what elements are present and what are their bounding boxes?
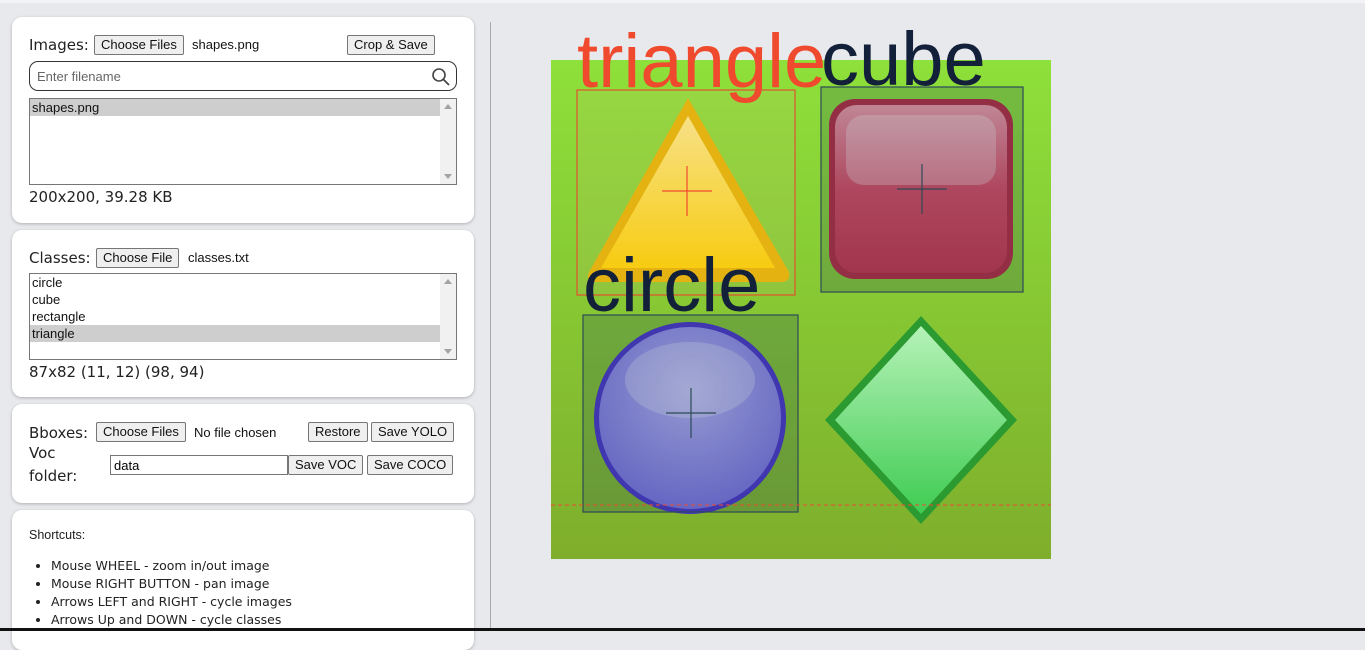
class-option-circle[interactable]: circle [30,274,442,291]
images-label: Images: [29,36,89,54]
triangle-label: triangle [577,19,826,104]
voc-label: Voc [29,444,56,462]
filename-search-input[interactable] [37,67,417,85]
class-option-rectangle[interactable]: rectangle [30,308,442,325]
shortcut-item: Mouse WHEEL - zoom in/out image [51,557,292,575]
bboxes-label: Bboxes: [29,424,89,442]
images-filename: shapes.png [192,37,260,52]
crop-save-button[interactable]: Crop & Save [347,35,435,55]
shortcut-item: Arrows LEFT and RIGHT - cycle images [51,593,292,611]
canvas-svg[interactable]: triangle cube circle [491,0,1365,628]
images-list-scrollbar[interactable] [440,99,456,184]
save-voc-button[interactable]: Save VOC [288,455,364,475]
images-panel: Images: Choose Files shapes.png Crop & S… [12,17,474,223]
restore-button[interactable]: Restore [308,422,368,442]
class-option-cube[interactable]: cube [30,291,442,308]
save-yolo-button[interactable]: Save YOLO [371,422,455,442]
voc-label-folder: folder: [29,467,78,485]
cube-label: cube [821,17,986,102]
class-option-triangle[interactable]: triangle [30,325,442,342]
circle-label: circle [583,243,760,328]
search-icon[interactable] [431,67,451,87]
bbox-cube[interactable] [820,86,1024,293]
annotation-canvas[interactable]: triangle cube circle [491,0,1365,628]
choose-images-button[interactable]: Choose Files [94,35,184,55]
classes-panel: Classes: Choose File classes.txt circle c… [12,230,474,397]
save-coco-button[interactable]: Save COCO [367,455,454,475]
bboxes-filename: No file chosen [194,425,277,440]
filename-search [29,61,457,91]
shortcuts-list: Mouse WHEEL - zoom in/out imageMouse RIG… [29,557,292,629]
image-option-shapes-png[interactable]: shapes.png [30,99,442,116]
classes-filename: classes.txt [188,250,249,265]
shortcut-item: Arrows Up and DOWN - cycle classes [51,611,292,629]
classes-list[interactable]: circle cube rectangle triangle [29,273,457,360]
choose-bboxes-button[interactable]: Choose Files [96,422,186,442]
voc-folder-input[interactable] [110,455,288,475]
shortcuts-title: Shortcuts: [29,528,86,542]
classes-list-scrollbar[interactable] [440,274,456,359]
bbox-circle[interactable] [582,314,799,513]
bbox-info: 87x82 (11, 12) (98, 94) [29,363,205,381]
choose-classes-button[interactable]: Choose File [96,248,180,268]
sidebar: Images: Choose Files shapes.png Crop & S… [0,0,490,650]
shortcut-item: Mouse RIGHT BUTTON - pan image [51,575,292,593]
image-info: 200x200, 39.28 KB [29,188,173,206]
classes-label: Classes: [29,249,91,267]
bboxes-panel: Bboxes: Choose Files No file chosen Rest… [12,404,474,503]
images-list[interactable]: shapes.png [29,98,457,185]
